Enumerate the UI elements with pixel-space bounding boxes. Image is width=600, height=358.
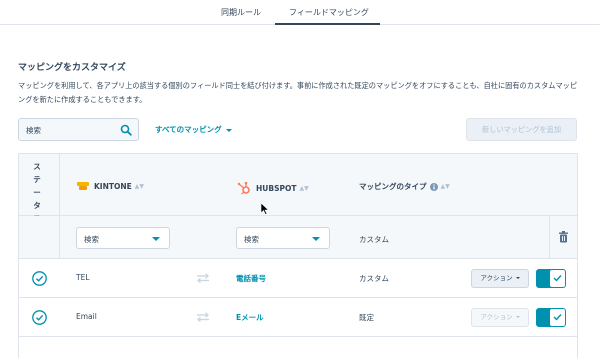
action-dropdown-button[interactable]: アクション bbox=[471, 308, 529, 327]
select-value: 検索 bbox=[84, 235, 99, 244]
mapping-filter-label: すべてのマッピング bbox=[155, 125, 222, 134]
check-circle-icon bbox=[32, 271, 47, 286]
mapping-type-column-label: マッピングのタイプ bbox=[359, 182, 427, 191]
mouse-cursor-icon bbox=[261, 203, 269, 215]
kintone-field: Email bbox=[76, 312, 97, 321]
chevron-down-icon bbox=[312, 237, 320, 241]
hubspot-field-link[interactable]: 電話番号 bbox=[236, 273, 266, 284]
kintone-column-label: KINTONE bbox=[94, 181, 132, 191]
sort-icon[interactable]: ▲▼ bbox=[441, 183, 450, 190]
hubspot-field-link[interactable]: Eメール bbox=[236, 312, 264, 323]
action-dropdown-button[interactable]: アクション bbox=[471, 269, 529, 288]
column-divider bbox=[549, 216, 550, 259]
active-tab-indicator bbox=[275, 23, 380, 25]
sort-icon[interactable]: ▲▼ bbox=[299, 185, 308, 192]
info-icon[interactable] bbox=[429, 182, 438, 191]
search-input[interactable]: 検索 bbox=[18, 118, 139, 141]
mapping-type-column-header[interactable]: マッピングのタイプ ▲▼ bbox=[359, 181, 450, 192]
table-header: ステータス KINTONE ▲▼ HUBSPOT ▲▼ マッピングのタイプ bbox=[19, 153, 577, 260]
check-icon bbox=[553, 275, 562, 282]
search-placeholder: 検索 bbox=[26, 126, 41, 135]
table-row: TEL 電話番号 カスタム アクション bbox=[19, 259, 577, 298]
mapping-filter-dropdown[interactable]: すべてのマッピング bbox=[155, 124, 232, 135]
table-row: Email Eメール 既定 アクション bbox=[19, 298, 577, 337]
column-divider bbox=[59, 216, 60, 259]
tab-field-mapping[interactable]: フィールドマッピング bbox=[289, 7, 369, 18]
mapping-type: カスタム bbox=[359, 274, 389, 283]
trash-icon[interactable] bbox=[558, 231, 569, 243]
mapping-toggle[interactable] bbox=[536, 269, 566, 288]
search-icon[interactable] bbox=[120, 124, 132, 136]
kintone-logo-icon bbox=[77, 182, 89, 190]
table-filter-row: 検索 検索 カスタム bbox=[19, 216, 577, 259]
tab-bar: 同期ルール フィールドマッピング bbox=[0, 0, 600, 25]
select-value: 検索 bbox=[244, 235, 259, 244]
sync-arrows-icon bbox=[197, 273, 209, 283]
chevron-down-icon bbox=[515, 277, 520, 279]
toggle-knob bbox=[550, 270, 565, 287]
add-mapping-button[interactable]: 新しいマッピングを追加 bbox=[466, 118, 577, 141]
tab-sync-rules[interactable]: 同期ルール bbox=[221, 7, 261, 18]
toggle-knob bbox=[550, 309, 565, 326]
mapping-table: ステータス KINTONE ▲▼ HUBSPOT ▲▼ マッピングのタイプ bbox=[18, 153, 578, 358]
section-title: マッピングをカスタマイズ bbox=[18, 63, 126, 73]
kintone-field: TEL bbox=[76, 273, 90, 282]
check-icon bbox=[553, 314, 562, 321]
chevron-down-icon bbox=[225, 128, 232, 132]
hubspot-logo-icon bbox=[237, 181, 250, 195]
kintone-column-header[interactable]: KINTONE ▲▼ bbox=[77, 181, 144, 191]
action-label: アクション bbox=[480, 313, 513, 321]
chevron-down-icon bbox=[515, 316, 520, 318]
check-circle-icon bbox=[32, 310, 47, 325]
mapping-type-filter-value: カスタム bbox=[359, 235, 389, 244]
hubspot-column-header[interactable]: HUBSPOT ▲▼ bbox=[237, 181, 309, 195]
section-description: マッピングを利用して、各アプリ上の該当する個別のフィールド同士を結び付けます。事… bbox=[18, 81, 578, 104]
kintone-search-select[interactable]: 検索 bbox=[76, 227, 170, 249]
hubspot-column-label: HUBSPOT bbox=[256, 183, 297, 193]
action-label: アクション bbox=[480, 274, 513, 282]
mapping-toggle[interactable] bbox=[536, 308, 566, 327]
hubspot-search-select[interactable]: 検索 bbox=[236, 227, 330, 249]
sync-arrows-icon bbox=[197, 312, 209, 322]
sort-icon[interactable]: ▲▼ bbox=[135, 183, 144, 190]
mapping-type: 既定 bbox=[359, 313, 374, 322]
chevron-down-icon bbox=[152, 237, 160, 241]
